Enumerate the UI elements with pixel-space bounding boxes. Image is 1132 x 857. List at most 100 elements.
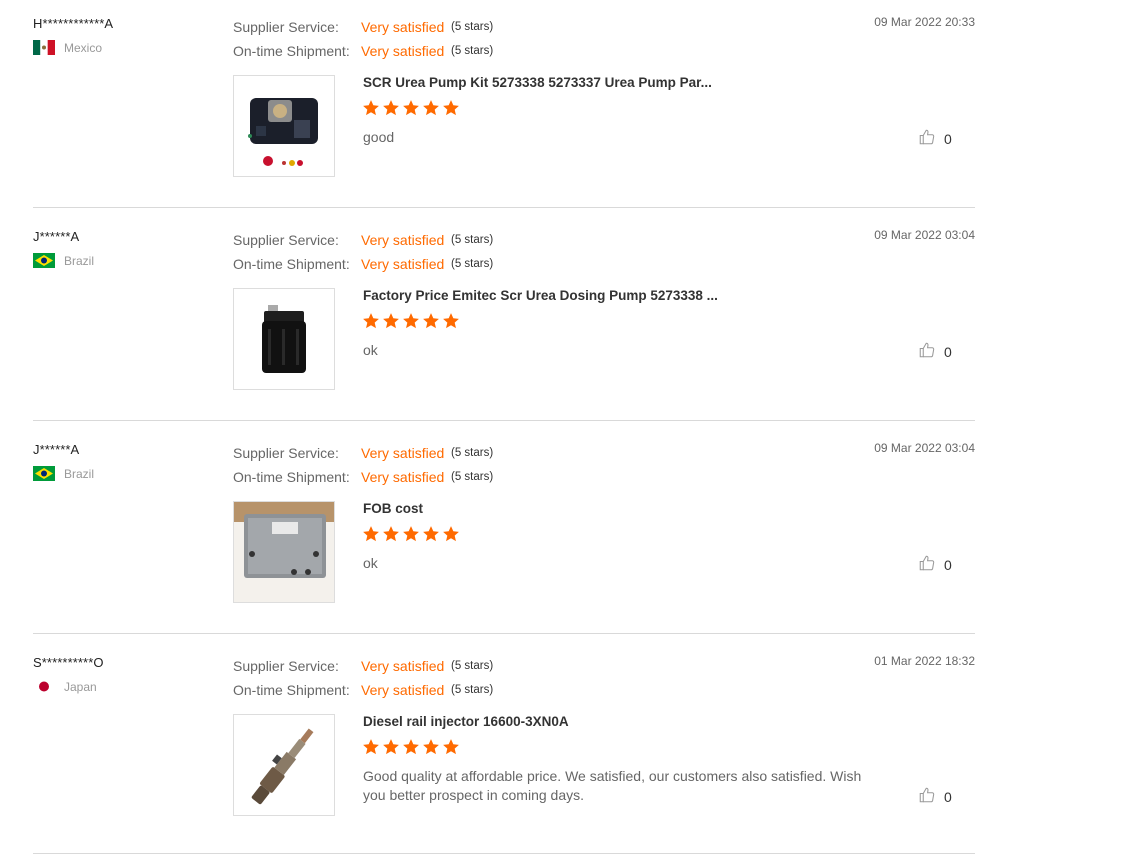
supplier-service-stars: (5 stars) xyxy=(451,660,494,672)
dosing-pump-image xyxy=(262,305,306,373)
supplier-ratings: Supplier Service: Very satisfied (5 star… xyxy=(233,15,493,63)
like-count: 0 xyxy=(944,556,952,573)
thumbs-up-icon xyxy=(918,554,944,575)
reviewer-country: Mexico xyxy=(33,40,102,55)
like-count: 0 xyxy=(944,788,952,805)
product-thumbnail[interactable] xyxy=(233,288,335,390)
mexico-flag-icon xyxy=(33,40,55,55)
country-name: Mexico xyxy=(64,40,103,55)
review-date: 09 Mar 2022 20:33 xyxy=(874,15,975,29)
star-icon xyxy=(422,738,440,756)
ontime-shipment-stars: (5 stars) xyxy=(451,45,494,57)
product-title-link[interactable]: Factory Price Emitec Scr Urea Dosing Pum… xyxy=(363,288,718,303)
urea-pump-kit-image xyxy=(248,98,318,166)
country-name: Brazil xyxy=(64,253,95,268)
supplier-service-rating: Supplier Service: Very satisfied (5 star… xyxy=(233,441,493,465)
supplier-ratings: Supplier Service: Very satisfied (5 star… xyxy=(233,441,493,489)
supplier-service-stars: (5 stars) xyxy=(451,447,494,459)
thumbs-up-icon xyxy=(918,786,944,807)
supplier-service-rating: Supplier Service: Very satisfied (5 star… xyxy=(233,654,493,678)
ontime-shipment-stars: (5 stars) xyxy=(451,684,494,696)
supplier-service-stars: (5 stars) xyxy=(451,234,494,246)
ontime-shipment-value: Very satisfied xyxy=(361,469,445,485)
like-button[interactable]: 0 xyxy=(918,554,952,575)
like-count: 0 xyxy=(944,130,952,147)
thumbs-up-icon xyxy=(918,341,944,362)
star-icon xyxy=(402,525,420,543)
like-button[interactable]: 0 xyxy=(918,786,952,807)
star-icon xyxy=(382,312,400,330)
star-icon xyxy=(422,99,440,117)
thumbs-up-icon xyxy=(918,128,944,149)
ontime-shipment-rating: On-time Shipment: Very satisfied (5 star… xyxy=(233,39,493,63)
ontime-shipment-label: On-time Shipment: xyxy=(233,43,350,59)
like-count: 0 xyxy=(944,343,952,360)
star-icon xyxy=(422,312,440,330)
star-icon xyxy=(402,99,420,117)
review-item: J******A Brazil Supplier Service: Very s… xyxy=(33,208,975,421)
star-icon xyxy=(362,99,380,117)
star-icon xyxy=(442,99,460,117)
brazil-flag-icon xyxy=(33,466,55,481)
brazil-flag-icon xyxy=(33,253,55,268)
supplier-service-stars: (5 stars) xyxy=(451,21,494,33)
ontime-shipment-label: On-time Shipment: xyxy=(233,682,350,698)
country-name: Brazil xyxy=(64,466,95,481)
product-title-link[interactable]: Diesel rail injector 16600-3XN0A xyxy=(363,714,569,729)
star-icon xyxy=(442,525,460,543)
like-button[interactable]: 0 xyxy=(918,341,952,362)
star-icon xyxy=(362,312,380,330)
japan-flag-icon xyxy=(33,679,55,694)
product-title-link[interactable]: FOB cost xyxy=(363,501,423,516)
product-title-link[interactable]: SCR Urea Pump Kit 5273338 5273337 Urea P… xyxy=(363,75,712,90)
star-icon xyxy=(382,99,400,117)
star-icon xyxy=(402,312,420,330)
fuel-injector-image xyxy=(251,728,314,805)
supplier-service-label: Supplier Service: xyxy=(233,19,339,35)
product-thumbnail[interactable] xyxy=(233,714,335,816)
supplier-service-rating: Supplier Service: Very satisfied (5 star… xyxy=(233,15,493,39)
star-icon xyxy=(442,312,460,330)
product-thumbnail[interactable] xyxy=(233,501,335,603)
review-date: 09 Mar 2022 03:04 xyxy=(874,228,975,242)
supplier-service-value: Very satisfied xyxy=(361,232,445,248)
reviewer-country: Japan xyxy=(33,679,97,694)
review-date: 01 Mar 2022 18:32 xyxy=(874,654,975,668)
supplier-service-label: Supplier Service: xyxy=(233,232,339,248)
star-icon xyxy=(402,738,420,756)
star-icon xyxy=(382,525,400,543)
like-button[interactable]: 0 xyxy=(918,128,952,149)
supplier-service-rating: Supplier Service: Very satisfied (5 star… xyxy=(233,228,493,252)
review-list: H************A Mexico Supplier Service: … xyxy=(33,0,975,854)
review-date: 09 Mar 2022 03:04 xyxy=(874,441,975,455)
star-icon xyxy=(422,525,440,543)
product-rating-stars xyxy=(362,312,460,330)
reviewer-country: Brazil xyxy=(33,253,94,268)
supplier-service-value: Very satisfied xyxy=(361,19,445,35)
ontime-shipment-label: On-time Shipment: xyxy=(233,469,350,485)
ecm-module-image xyxy=(234,502,334,602)
review-item: J******A Brazil Supplier Service: Very s… xyxy=(33,421,975,634)
ontime-shipment-rating: On-time Shipment: Very satisfied (5 star… xyxy=(233,678,493,702)
reviewer-name: J******A xyxy=(33,442,80,457)
reviewer-name: J******A xyxy=(33,229,80,244)
product-rating-stars xyxy=(362,738,460,756)
product-rating-stars xyxy=(362,99,460,117)
product-thumbnail[interactable] xyxy=(233,75,335,177)
supplier-service-value: Very satisfied xyxy=(361,658,445,674)
supplier-ratings: Supplier Service: Very satisfied (5 star… xyxy=(233,654,493,702)
product-rating-stars xyxy=(362,525,460,543)
star-icon xyxy=(442,738,460,756)
ontime-shipment-value: Very satisfied xyxy=(361,256,445,272)
supplier-service-value: Very satisfied xyxy=(361,445,445,461)
review-comment: Good quality at affordable price. We sat… xyxy=(363,768,862,803)
star-icon xyxy=(362,738,380,756)
star-icon xyxy=(382,738,400,756)
supplier-service-label: Supplier Service: xyxy=(233,445,339,461)
reviewer-name: S**********O xyxy=(33,655,104,670)
star-icon xyxy=(362,525,380,543)
reviewer-name: H************A xyxy=(33,16,114,31)
supplier-service-label: Supplier Service: xyxy=(233,658,339,674)
reviewer-country: Brazil xyxy=(33,466,94,481)
supplier-ratings: Supplier Service: Very satisfied (5 star… xyxy=(233,228,493,276)
